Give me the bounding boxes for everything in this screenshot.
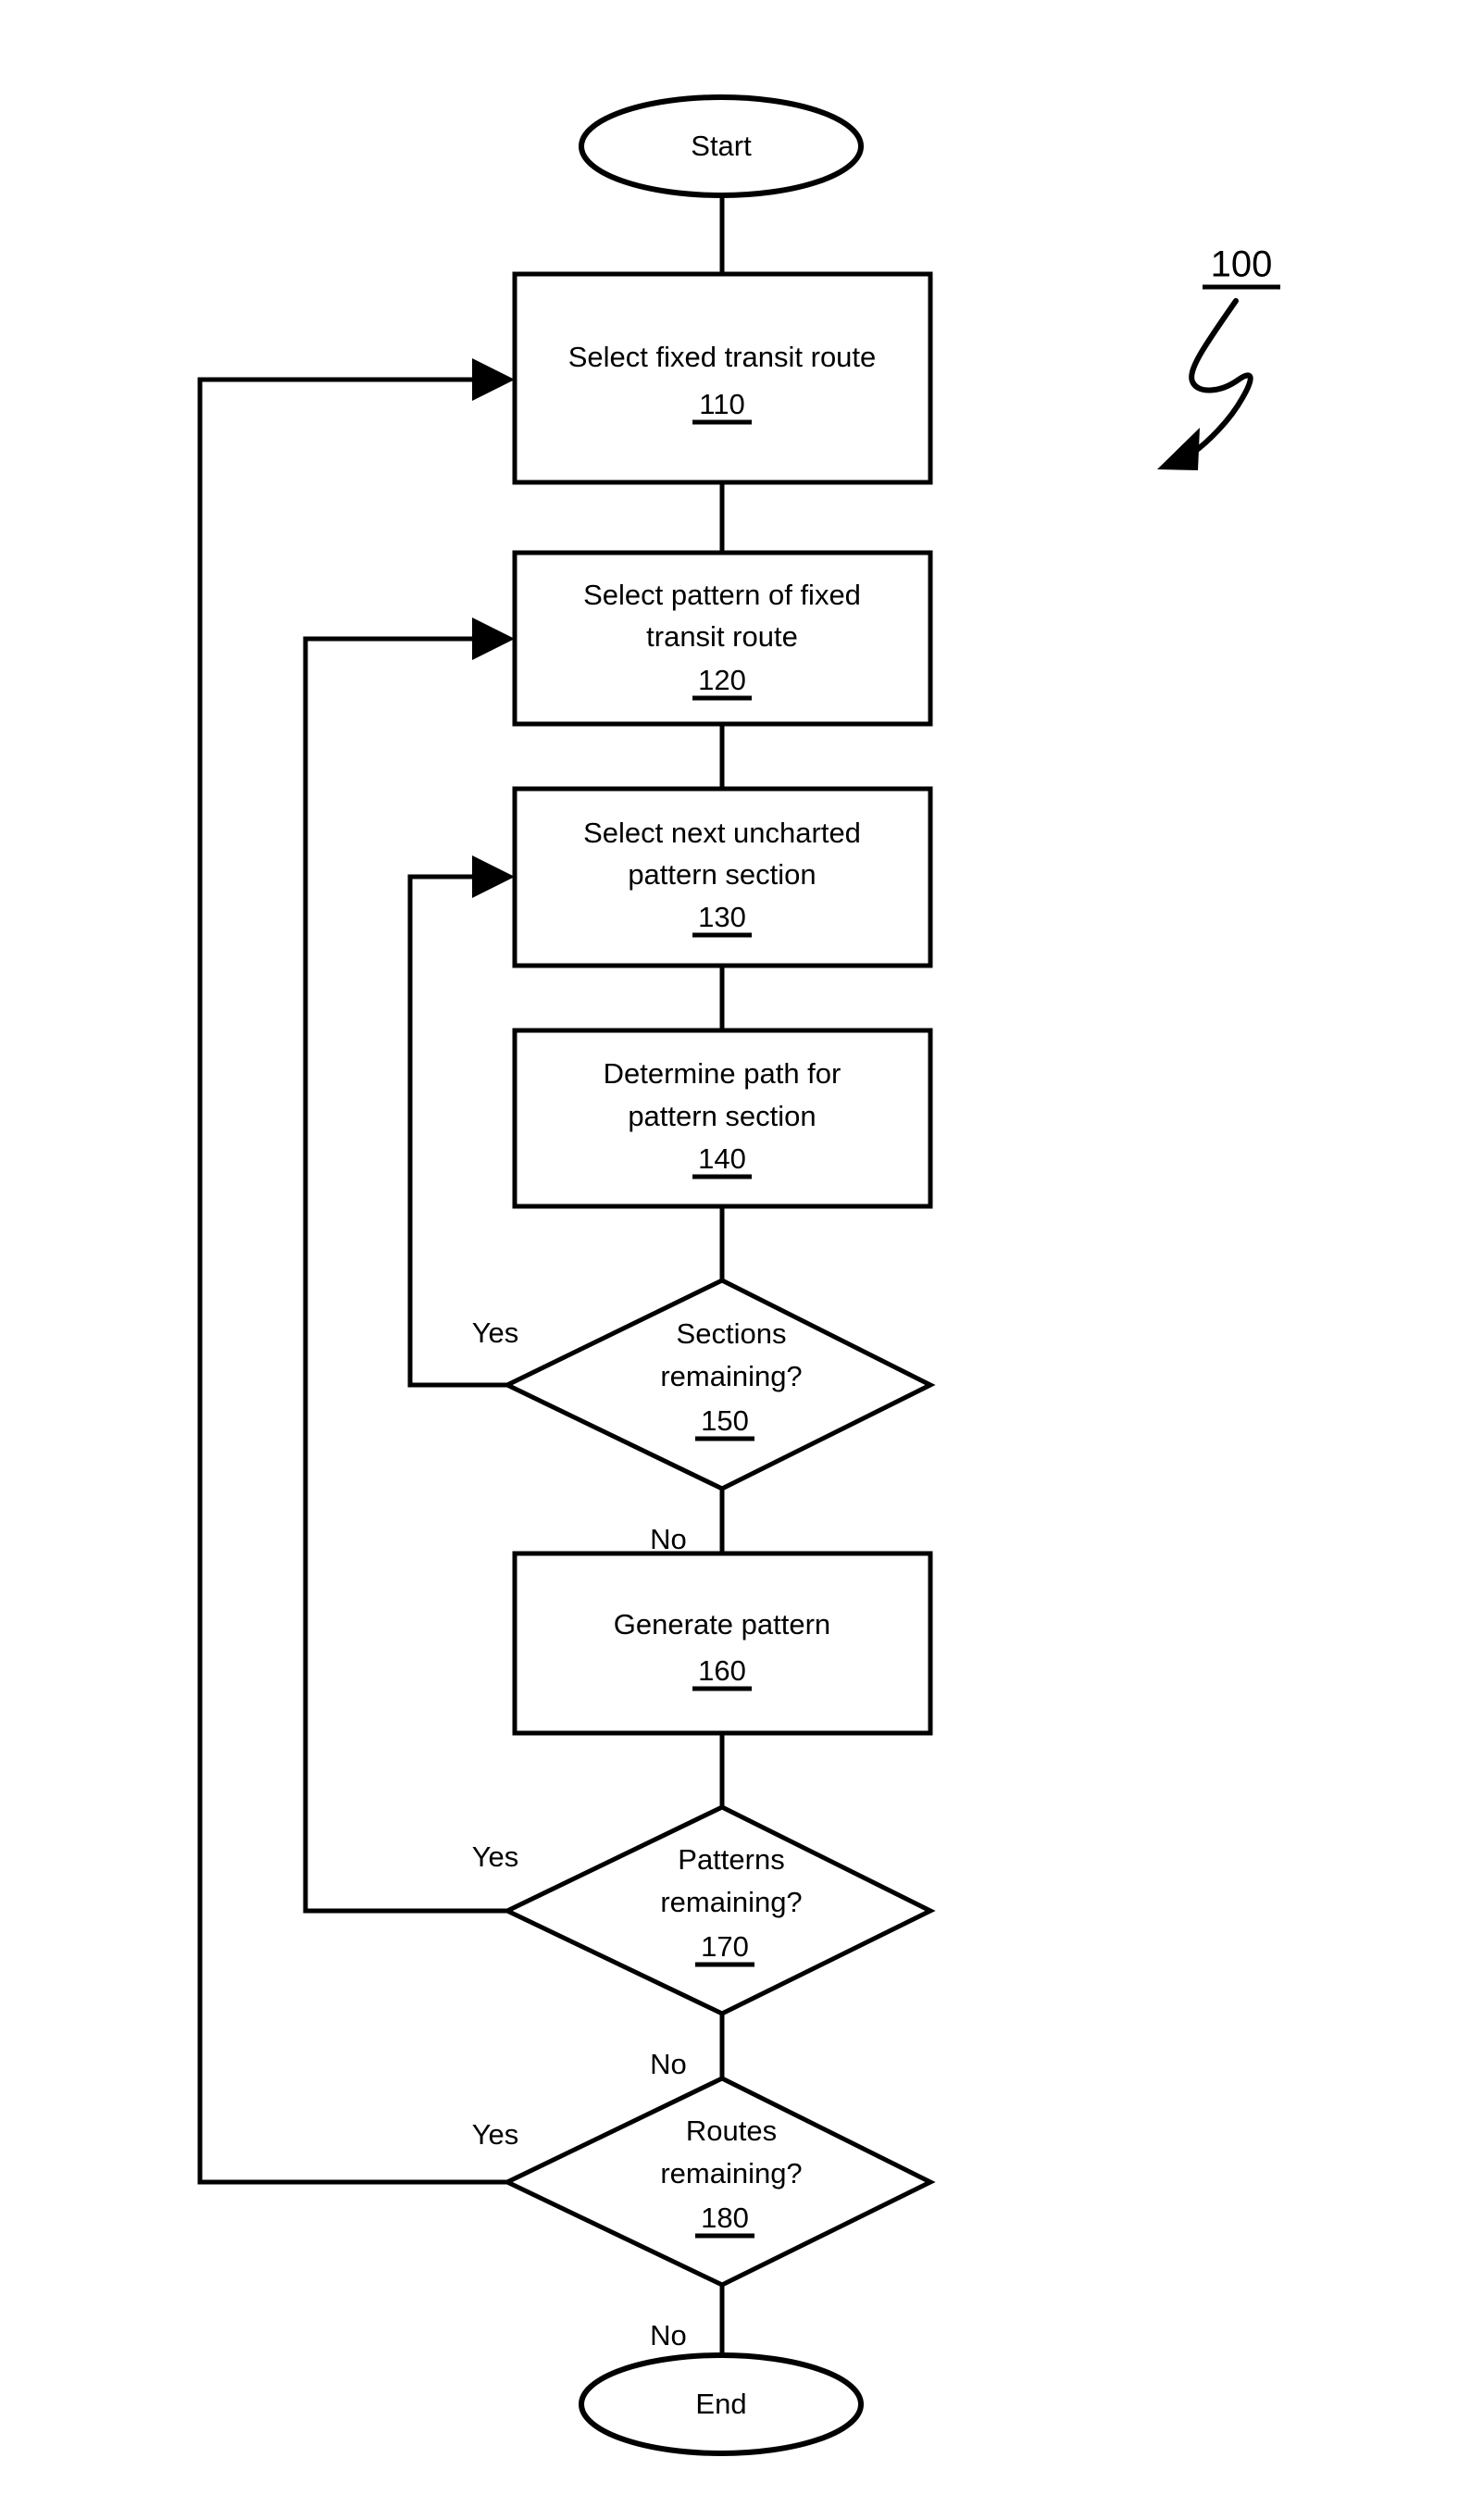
node-step-110 [512,271,933,485]
node-160-ref: 160 [698,1654,746,1687]
arrowhead-to-120 [472,618,515,660]
branch-label-no-170: No [650,2048,687,2080]
branch-label-no-150: No [650,1523,687,1555]
figure-number-group: 100 [1203,244,1280,290]
node-130-ref: 130 [698,901,746,933]
node-120-line1: Select pattern of fixed [583,579,861,611]
node-170-ref: 170 [701,1930,749,1963]
node-150-line2: remaining? [660,1360,802,1392]
node-140-line2: pattern section [628,1100,816,1132]
connector-150-yes-to-130 [407,855,515,1388]
figure-number: 100 [1211,244,1273,285]
node-140-ref: 140 [698,1142,746,1175]
node-start-label: Start [691,130,752,162]
node-150-ref: 150 [701,1404,749,1437]
branch-label-no-180: No [650,2319,687,2352]
branch-label-yes-150: Yes [472,1316,519,1349]
node-140-line1: Determine path for [604,1057,841,1090]
flowchart-canvas: Start End Select fixed transit route 110… [197,94,1280,2456]
flowchart-diagram: Start End Select fixed transit route 110… [0,0,1471,2520]
node-130-line1: Select next uncharted [583,817,861,849]
node-150-line1: Sections [677,1317,787,1350]
node-170-line1: Patterns [678,1843,784,1876]
node-180-ref: 180 [701,2202,749,2234]
node-170-line2: remaining? [660,1886,802,1918]
node-step-160 [512,1551,933,1736]
node-160-line1: Generate pattern [614,1608,830,1640]
node-110-ref: 110 [699,388,744,420]
node-180-line1: Routes [686,2115,777,2147]
node-180-line2: remaining? [660,2157,802,2189]
branch-label-yes-170: Yes [472,1840,519,1873]
node-120-ref: 120 [698,664,746,696]
node-120-line2: transit route [646,620,798,653]
arrowhead-figure-pointer [1157,428,1200,470]
lead-line-squiggle-arrow [1157,298,1253,470]
node-110-line1: Select fixed transit route [568,341,877,373]
node-130-line2: pattern section [628,858,816,891]
arrowhead-to-110 [472,358,515,401]
branch-label-yes-180: Yes [472,2118,519,2151]
node-end-label: End [695,2388,746,2420]
arrowhead-to-130 [472,855,515,898]
